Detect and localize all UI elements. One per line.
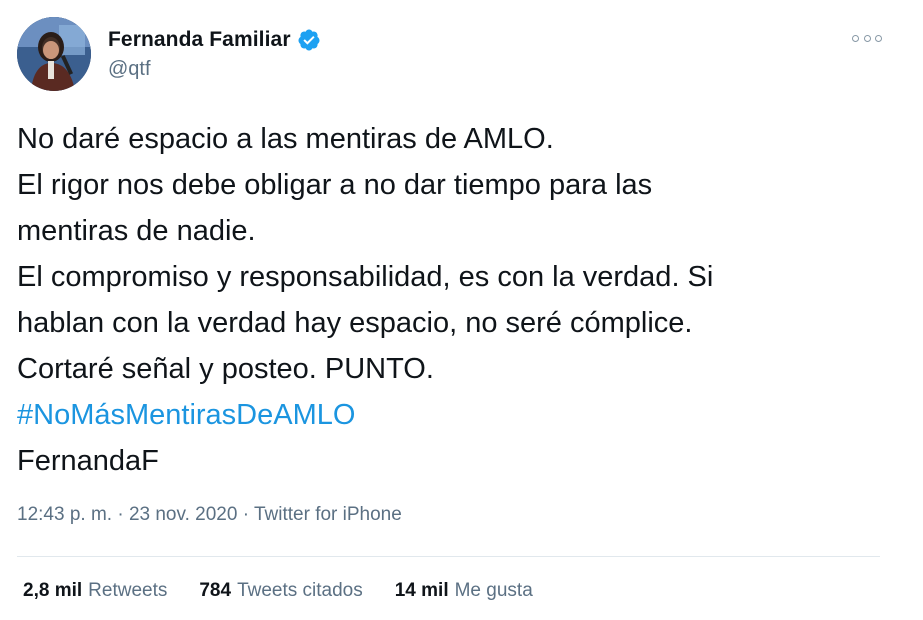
tweet-line: mentiras de nadie. (17, 215, 256, 247)
likes-stat[interactable]: 14 mil Me gusta (395, 580, 533, 602)
retweets-count: 2,8 mil (23, 580, 83, 601)
engagement-stats: 2,8 mil Retweets 784 Tweets citados 14 m… (23, 580, 565, 602)
author-name-row[interactable]: Fernanda Familiar (108, 26, 321, 54)
meta-separator: · (112, 504, 129, 525)
tweet-date[interactable]: 23 nov. 2020 (129, 504, 237, 525)
user-handle[interactable]: @qtf (108, 58, 151, 81)
hashtag-link[interactable]: #NoMásMentirasDeAMLO (17, 392, 897, 438)
quote-tweets-label: Tweets citados (237, 580, 363, 601)
retweets-label: Retweets (88, 580, 168, 601)
tweet-line: No daré espacio a las mentiras de AMLO. (17, 123, 554, 155)
tweet-source[interactable]: Twitter for iPhone (254, 504, 402, 525)
verified-badge-icon (297, 28, 321, 52)
tweet-signature: FernandaF (17, 445, 159, 477)
more-dot (875, 34, 882, 42)
tweet-time[interactable]: 12:43 p. m. (17, 504, 112, 525)
divider (17, 556, 880, 557)
tweet-line: El rigor nos debe obligar a no dar tiemp… (17, 169, 653, 201)
tweet-text: No daré espacio a las mentiras de AMLO. … (17, 116, 897, 484)
more-dot (863, 34, 871, 42)
retweets-stat[interactable]: 2,8 mil Retweets (23, 580, 167, 602)
display-name[interactable]: Fernanda Familiar (108, 28, 291, 52)
tweet-line: Cortaré señal y posteo. PUNTO. (17, 353, 434, 385)
more-options-icon[interactable] (852, 28, 882, 48)
avatar[interactable] (17, 17, 91, 91)
meta-separator: · (237, 504, 254, 525)
tweet-card: Fernanda Familiar @qtf No daré espacio a… (0, 0, 923, 620)
quote-tweets-count: 784 (199, 580, 232, 601)
quote-tweets-stat[interactable]: 784 Tweets citados (199, 580, 362, 602)
more-dot (852, 34, 859, 42)
tweet-line: El compromiso y responsabilidad, es con … (17, 261, 714, 293)
tweet-line: hablan con la verdad hay espacio, no ser… (17, 307, 693, 339)
tweet-meta: 12:43 p. m. · 23 nov. 2020 · Twitter for… (17, 504, 402, 526)
likes-count: 14 mil (394, 580, 449, 601)
avatar-image (17, 17, 91, 91)
likes-label: Me gusta (454, 580, 533, 601)
